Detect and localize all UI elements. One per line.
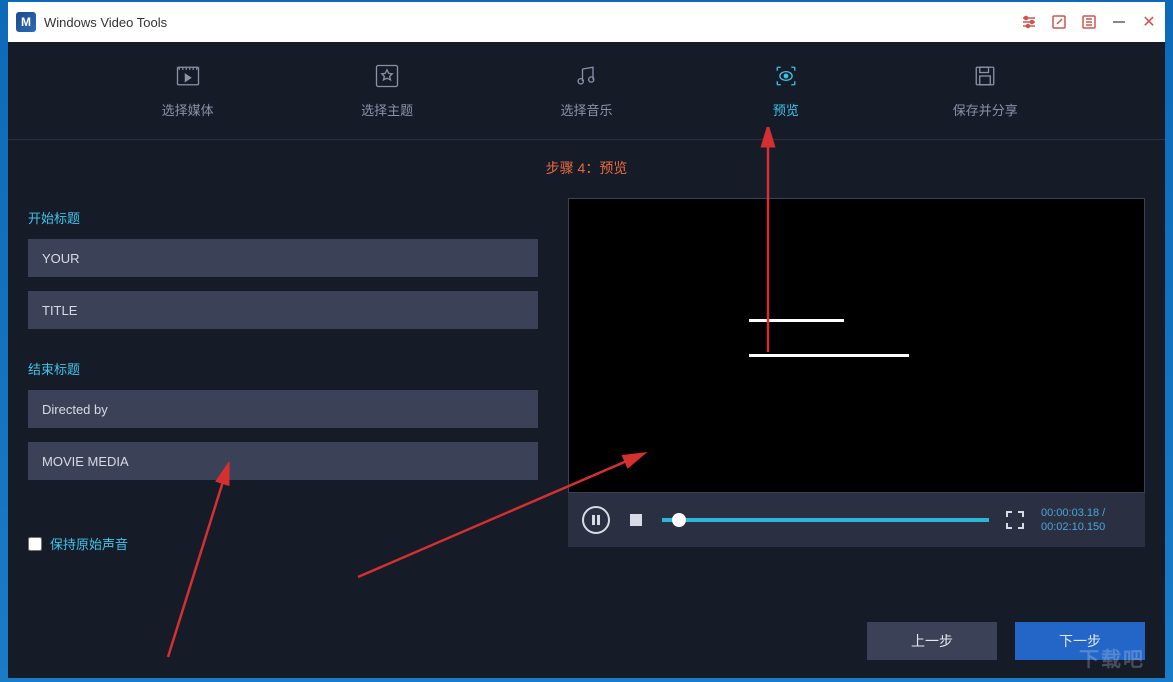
step-hint: 步骤 4：预览 — [8, 140, 1165, 188]
settings-sliders-icon[interactable] — [1021, 14, 1037, 30]
stop-icon — [629, 513, 643, 527]
time-display: 00:00:03.18 / 00:02:10.150 — [1041, 506, 1131, 535]
edit-icon[interactable] — [1051, 14, 1067, 30]
video-preview[interactable] — [568, 198, 1145, 493]
nav-select-music[interactable]: 选择音乐 — [526, 62, 646, 119]
app-logo-icon: M — [16, 12, 36, 32]
start-title-label: 开始标题 — [28, 208, 538, 227]
nav-label: 保存并分享 — [953, 100, 1018, 119]
pause-button[interactable] — [582, 506, 610, 534]
preview-text-line-2 — [749, 354, 909, 357]
progress-slider[interactable] — [662, 518, 989, 522]
watermark: 下载吧 — [1079, 643, 1145, 672]
nav-label: 选择音乐 — [560, 100, 612, 119]
close-button[interactable]: ✕ — [1141, 14, 1157, 30]
fullscreen-icon — [1005, 510, 1025, 530]
keep-audio-checkbox[interactable]: 保持原始声音 — [28, 534, 538, 553]
stop-button[interactable] — [622, 506, 650, 534]
fullscreen-button[interactable] — [1001, 506, 1029, 534]
keep-audio-input[interactable] — [28, 537, 42, 551]
nav-save-share[interactable]: 保存并分享 — [925, 62, 1045, 119]
end-title-label: 结束标题 — [28, 359, 538, 378]
save-icon — [971, 62, 999, 90]
step-nav: 选择媒体 选择主题 选择音乐 预览 保存并分享 — [8, 42, 1165, 140]
app-title: Windows Video Tools — [44, 15, 167, 30]
end-title-input-1[interactable] — [28, 390, 538, 428]
start-title-input-1[interactable] — [28, 239, 538, 277]
progress-thumb[interactable] — [672, 513, 686, 527]
nav-label: 选择主题 — [361, 100, 413, 119]
eye-scan-icon — [772, 62, 800, 90]
end-title-input-2[interactable] — [28, 442, 538, 480]
keep-audio-label: 保持原始声音 — [50, 534, 128, 553]
right-panel: 00:00:03.18 / 00:02:10.150 — [568, 188, 1145, 608]
pause-icon — [591, 515, 601, 525]
film-icon — [174, 62, 202, 90]
start-title-input-2[interactable] — [28, 291, 538, 329]
title-bar: M Windows Video Tools ✕ — [8, 2, 1165, 42]
music-icon — [572, 62, 600, 90]
star-icon — [373, 62, 401, 90]
nav-select-media[interactable]: 选择媒体 — [128, 62, 248, 119]
prev-step-button[interactable]: 上一步 — [867, 622, 997, 660]
preview-text-line-1 — [749, 319, 844, 322]
minimize-button[interactable] — [1111, 14, 1127, 30]
nav-label: 预览 — [773, 100, 799, 119]
player-controls: 00:00:03.18 / 00:02:10.150 — [568, 493, 1145, 547]
nav-label: 选择媒体 — [162, 100, 214, 119]
left-panel: 开始标题 结束标题 保持原始声音 — [28, 188, 538, 608]
nav-preview[interactable]: 预览 — [726, 62, 846, 119]
list-icon[interactable] — [1081, 14, 1097, 30]
nav-select-theme[interactable]: 选择主题 — [327, 62, 447, 119]
